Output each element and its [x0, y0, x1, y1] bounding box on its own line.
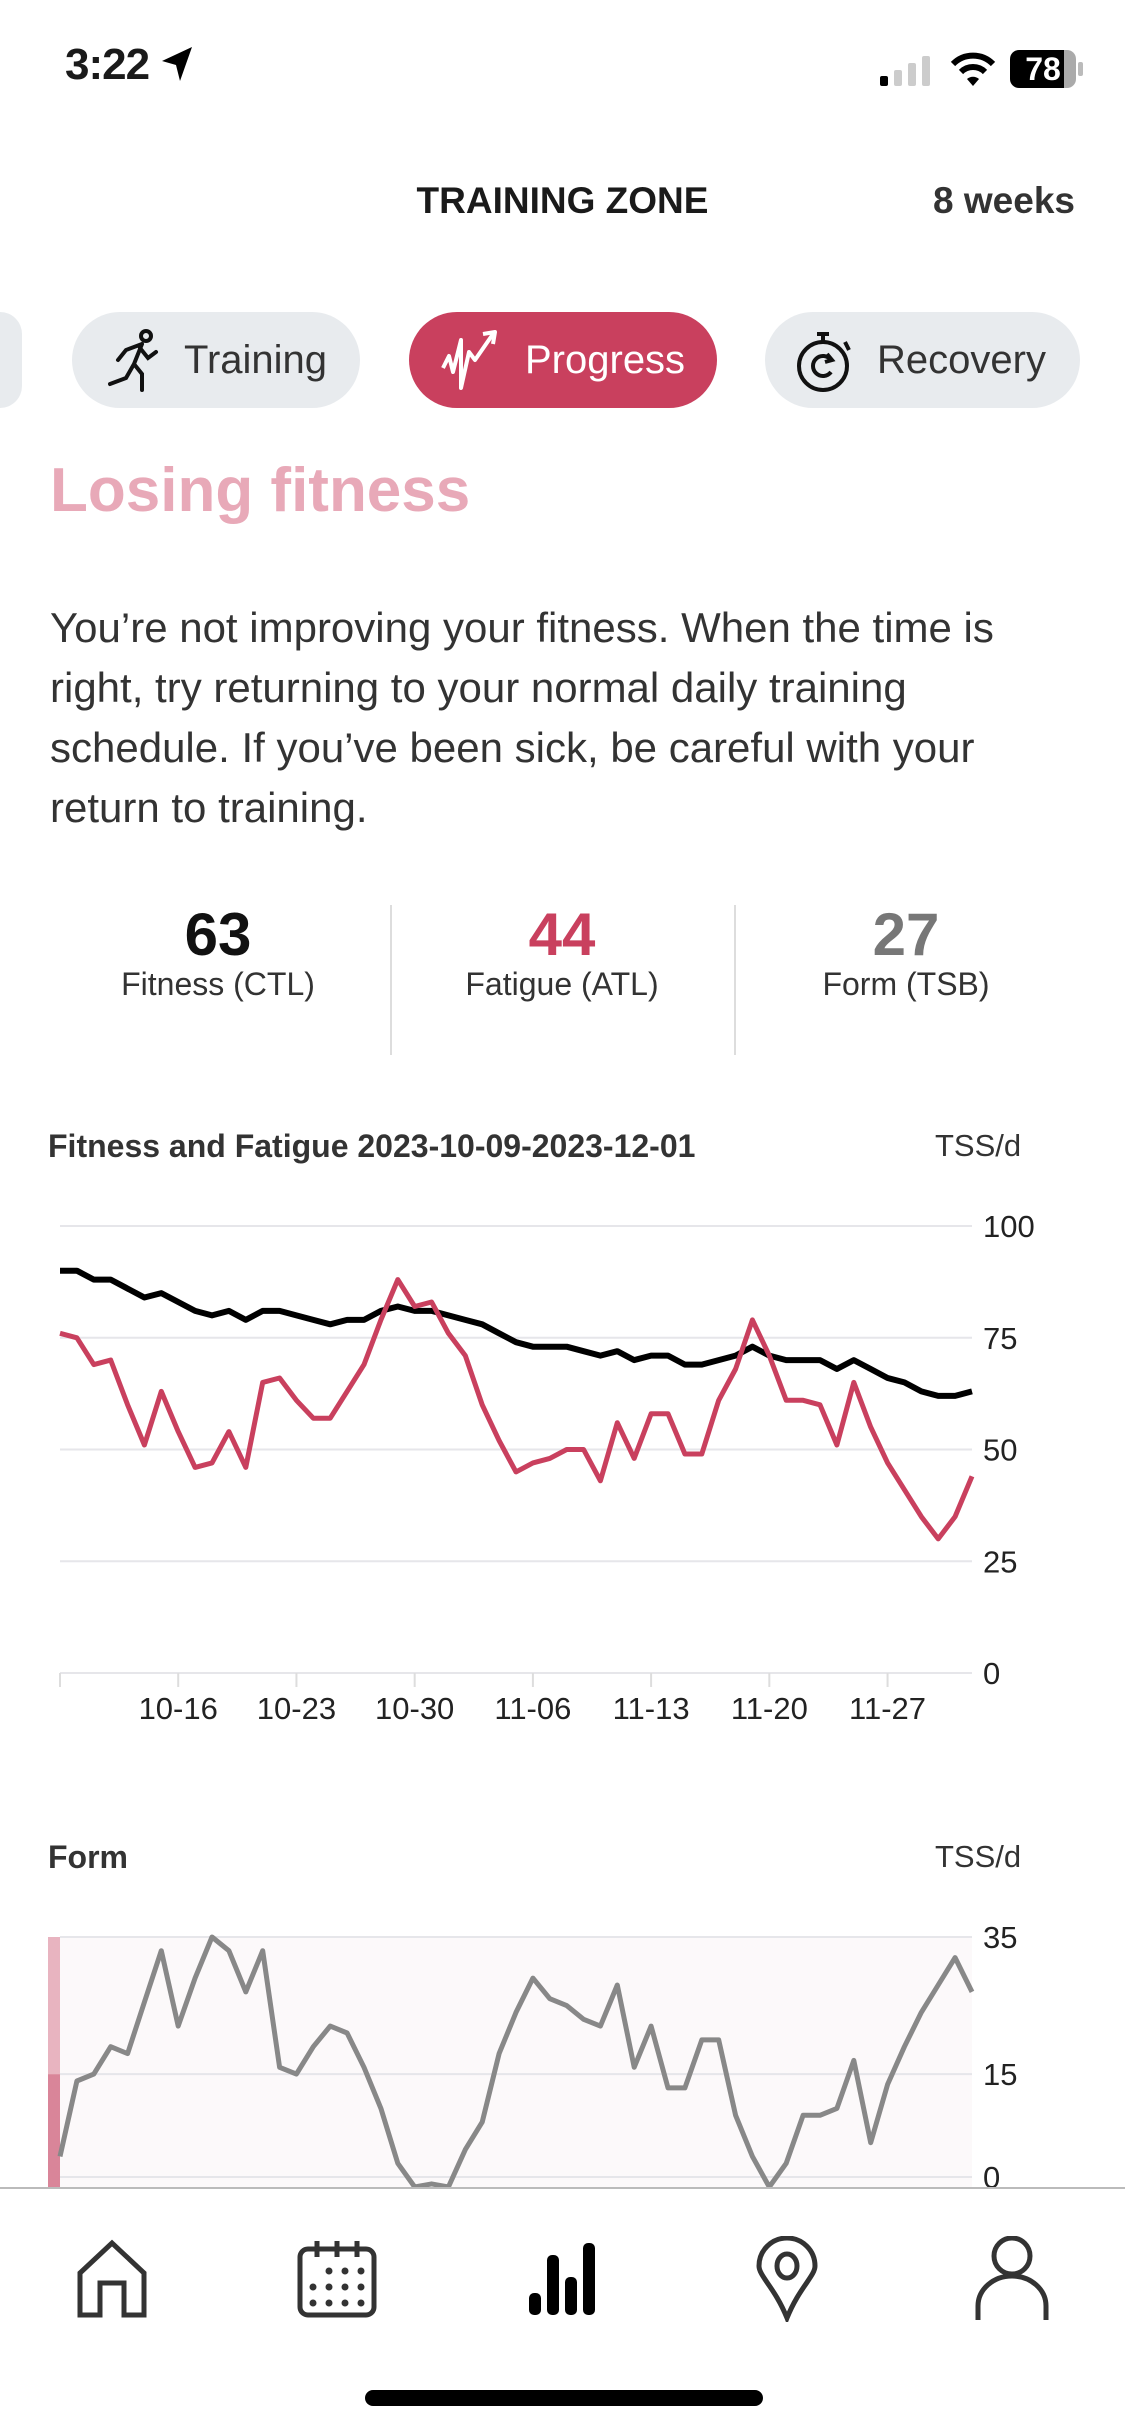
range-selector[interactable]: 8 weeks [933, 180, 1075, 222]
stopwatch-icon [797, 332, 851, 392]
y-tick-label: 0 [983, 1656, 1000, 1691]
location-arrow-icon [162, 47, 193, 81]
y-tick-label: 25 [983, 1544, 1017, 1579]
nav-profile[interactable] [962, 2229, 1062, 2329]
battery-level: 78 [1025, 51, 1061, 87]
chart-title: Form [48, 1839, 128, 1875]
tab-previous[interactable] [0, 312, 22, 408]
running-icon [108, 329, 158, 392]
stat-form: 27 Form (TSB) [736, 900, 1076, 1003]
fitness-line [60, 1267, 973, 1399]
fitness-fatigue-chart: 100 75 50 25 0 10-16 10-23 10-30 11-06 11-13 11-20… [59, 1209, 1035, 1726]
location-pin-icon [756, 2236, 818, 2322]
stat-value: 27 [872, 901, 940, 968]
y-tick-label: 75 [983, 1321, 1017, 1356]
stat-label: Fitness (CTL) [121, 966, 315, 1002]
status-time: 3:22 [65, 40, 194, 90]
tab-recovery[interactable]: Recovery [765, 312, 1080, 408]
y-tick-label: 0 [983, 2160, 1000, 2187]
x-tick-label: 11-27 [849, 1691, 926, 1726]
bar-chart-icon [529, 2243, 595, 2315]
nav-home[interactable] [62, 2229, 162, 2329]
tab-label: Progress [525, 337, 686, 382]
battery-cap [1078, 62, 1083, 76]
x-tick-label: 11-13 [613, 1691, 690, 1726]
signal-icon [880, 56, 940, 91]
form-zone-bar-mid [48, 2074, 60, 2187]
x-tick-label: 11-20 [731, 1691, 808, 1726]
stat-fitness: 63 Fitness (CTL) [48, 900, 388, 1003]
nav-map[interactable] [737, 2229, 837, 2329]
calendar-icon [297, 2241, 377, 2318]
x-tick-label: 10-30 [375, 1691, 454, 1726]
fatigue-line [59, 1277, 975, 1542]
x-tick-label: 10-16 [139, 1691, 218, 1726]
y-tick-label: 15 [983, 2057, 1017, 2092]
y-tick-label: 35 [983, 1920, 1017, 1955]
stat-label: Form (TSB) [822, 966, 990, 1002]
tab-label: Recovery [877, 337, 1046, 382]
stat-label: Fatigue (ATL) [465, 966, 659, 1002]
chart-unit: TSS/d [935, 1128, 1022, 1163]
y-tick-label: 100 [983, 1209, 1035, 1244]
x-tick-label: 10-23 [257, 1691, 336, 1726]
tab-label: Training [184, 337, 328, 382]
home-icon [77, 2239, 147, 2318]
tab-training[interactable]: Training [72, 312, 360, 408]
status-headline: Losing fitness [50, 456, 471, 525]
nav-calendar[interactable] [287, 2229, 387, 2329]
stat-value: 63 [184, 901, 252, 968]
wifi-icon [950, 52, 996, 93]
nav-progress[interactable] [512, 2229, 612, 2329]
chart-unit: TSS/d [935, 1839, 1022, 1874]
y-tick-label: 50 [983, 1433, 1017, 1468]
progress-icon [441, 330, 497, 390]
home-indicator[interactable] [365, 2390, 763, 2406]
battery-indicator: 78 [1010, 50, 1076, 88]
x-tick-label: 11-06 [494, 1691, 571, 1726]
stat-value: 44 [528, 901, 596, 968]
profile-icon [975, 2236, 1049, 2320]
tab-progress[interactable]: Progress [409, 312, 717, 408]
form-chart: 35 15 0 [48, 1920, 1017, 2187]
status-description: You’re not improving your fitness. When … [50, 604, 994, 831]
form-zone-bar-high [48, 1937, 60, 2075]
chart-title: Fitness and Fatigue 2023-10-09-2023-12-0… [48, 1128, 696, 1164]
time-text: 3:22 [65, 40, 150, 89]
stat-fatigue: 44 Fatigue (ATL) [392, 900, 732, 1003]
